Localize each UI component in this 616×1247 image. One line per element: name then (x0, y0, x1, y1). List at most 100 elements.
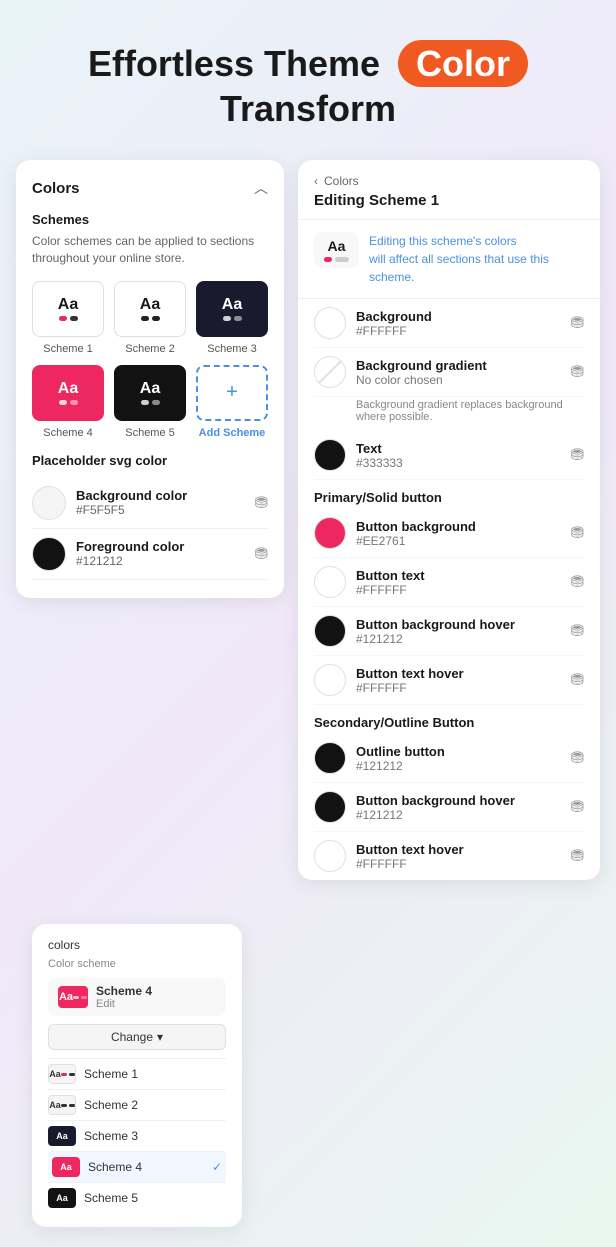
db-icon-outline-text-hover[interactable]: ⛃ (571, 846, 584, 866)
right-gradient-swatch (314, 356, 346, 388)
scheme-card-4[interactable]: Aa (32, 365, 104, 421)
mini-panel-title: colors (48, 938, 226, 952)
bg-color-name: Background color (76, 488, 245, 503)
scheme-card-3[interactable]: Aa (196, 281, 268, 337)
fg-color-swatch (32, 537, 66, 571)
db-icon-bg[interactable]: ⛃ (255, 493, 268, 513)
right-gradient-row[interactable]: Background gradient No color chosen ⛃ (314, 348, 584, 397)
right-outline-text-hover-name: Button text hover (356, 842, 561, 857)
right-btn-text-row[interactable]: Button text #FFFFFF ⛃ (314, 558, 584, 607)
mini-scheme-row-2[interactable]: Aa Scheme 2 (48, 1089, 226, 1120)
right-gradient-info: Background gradient No color chosen (356, 358, 561, 387)
db-icon-right-bg[interactable]: ⛃ (571, 313, 584, 333)
right-btn-bg-row[interactable]: Button background #EE2761 ⛃ (314, 509, 584, 558)
right-bg-row[interactable]: Background #FFFFFF ⛃ (314, 299, 584, 348)
fg-color-row[interactable]: Foreground color #121212 ⛃ (32, 529, 268, 580)
right-gradient-value: No color chosen (356, 373, 561, 387)
dot-dark-1 (70, 316, 78, 321)
db-icon-right-text[interactable]: ⛃ (571, 445, 584, 465)
right-outline-text-hover-info: Button text hover #FFFFFF (356, 842, 561, 871)
right-bg-name: Background (356, 309, 561, 324)
db-icon-btn-bg[interactable]: ⛃ (571, 523, 584, 543)
breadcrumb: ‹ Colors (314, 174, 584, 188)
mini-scheme-row-1[interactable]: Aa Scheme 1 (48, 1058, 226, 1089)
right-btn-text-hover-row[interactable]: Button text hover #FFFFFF ⛃ (314, 656, 584, 705)
scheme-card-5[interactable]: Aa (114, 365, 186, 421)
db-icon-fg[interactable]: ⛃ (255, 544, 268, 564)
scheme-item-2[interactable]: Aa Scheme 2 (114, 281, 186, 355)
right-outline-text-hover-row[interactable]: Button text hover #FFFFFF ⛃ (314, 832, 584, 880)
db-icon-right-gradient[interactable]: ⛃ (571, 362, 584, 382)
header-title-part1: Effortless Theme (88, 43, 380, 84)
scheme-aa-1: Aa (58, 296, 78, 314)
scheme-item-4[interactable]: Aa Scheme 4 (32, 365, 104, 439)
right-btn-bg-hover-row[interactable]: Button background hover #121212 ⛃ (314, 607, 584, 656)
right-btn-bg-hover-swatch (314, 615, 346, 647)
mini-scheme-card-4: Aa (52, 1157, 80, 1177)
scheme-preview-aa: Aa (314, 232, 359, 268)
right-btn-bg-info: Button background #EE2761 (356, 519, 561, 548)
scheme-aa-5: Aa (140, 380, 160, 398)
scheme-name-4: Scheme 4 (43, 427, 93, 439)
mini-scheme-row-3[interactable]: Aa Scheme 3 (48, 1120, 226, 1151)
no-color-indicator (314, 357, 345, 388)
back-button[interactable]: ‹ (314, 174, 318, 188)
fg-color-name: Foreground color (76, 539, 245, 554)
breadcrumb-text: Colors (324, 174, 359, 188)
mini-scheme-row-4[interactable]: Aa Scheme 4 ✓ (48, 1151, 226, 1182)
db-icon-btn-text-hover[interactable]: ⛃ (571, 670, 584, 690)
scheme-item-add[interactable]: + Add Scheme (196, 365, 268, 439)
mini-selected-row: Aa Scheme 4 Edit (48, 978, 226, 1016)
mini-change-button[interactable]: Change ▾ (48, 1024, 226, 1050)
db-icon-outline-bg-hover[interactable]: ⛃ (571, 797, 584, 817)
dot-white-5a (141, 400, 149, 405)
right-bg-swatch (314, 307, 346, 339)
right-btn-bg-swatch (314, 517, 346, 549)
scheme-card-1[interactable]: Aa (32, 281, 104, 337)
right-btn-bg-hover-name: Button background hover (356, 617, 561, 632)
right-outline-swatch (314, 742, 346, 774)
scheme-item-5[interactable]: Aa Scheme 5 (114, 365, 186, 439)
scheme-item-1[interactable]: Aa Scheme 1 (32, 281, 104, 355)
scheme-card-add[interactable]: + (196, 365, 268, 421)
right-btn-text-value: #FFFFFF (356, 583, 561, 597)
dot-white-5b (152, 400, 160, 405)
right-text-value: #333333 (356, 456, 561, 470)
mini-panel-label: Color scheme (48, 958, 226, 970)
db-icon-btn-text[interactable]: ⛃ (571, 572, 584, 592)
right-text-row[interactable]: Text #333333 ⛃ (314, 431, 584, 480)
bg-color-row[interactable]: Background color #F5F5F5 ⛃ (32, 478, 268, 529)
schemes-label: Schemes (32, 212, 268, 227)
chevron-up-icon[interactable]: ︿ (254, 178, 268, 198)
dot-white-3 (223, 316, 231, 321)
info-banner: Aa Editing this scheme's colors will aff… (298, 220, 600, 299)
mini-scheme-name-1: Scheme 1 (84, 1067, 226, 1081)
mini-edit-label: Edit (96, 998, 152, 1010)
mini-change-label: Change (111, 1030, 153, 1044)
info-text-body: will affect all sections that use this s… (369, 252, 549, 284)
mini-scheme-name-5: Scheme 5 (84, 1191, 226, 1205)
mini-scheme-name-3: Scheme 3 (84, 1129, 226, 1143)
info-dot-gray (335, 257, 349, 262)
primary-section-label: Primary/Solid button (314, 480, 584, 509)
scheme-item-3[interactable]: Aa Scheme 3 (196, 281, 268, 355)
right-outline-row[interactable]: Outline button #121212 ⛃ (314, 734, 584, 783)
mini-selected-info: Scheme 4 Edit (96, 984, 152, 1010)
right-outline-name: Outline button (356, 744, 561, 759)
scheme-name-add[interactable]: Add Scheme (199, 427, 266, 439)
scheme-card-2[interactable]: Aa (114, 281, 186, 337)
db-icon-btn-bg-hover[interactable]: ⛃ (571, 621, 584, 641)
right-outline-bg-hover-row[interactable]: Button background hover #121212 ⛃ (314, 783, 584, 832)
left-panel: Colors ︿ Schemes Color schemes can be ap… (16, 160, 284, 598)
secondary-section-label: Secondary/Outline Button (314, 705, 584, 734)
mini-scheme-card-1: Aa (48, 1064, 76, 1084)
dot-white-sm-3 (234, 316, 242, 321)
right-btn-bg-value: #EE2761 (356, 534, 561, 548)
right-outline-bg-hover-name: Button background hover (356, 793, 561, 808)
bg-color-info: Background color #F5F5F5 (76, 488, 245, 517)
fg-color-info: Foreground color #121212 (76, 539, 245, 568)
mini-scheme-card-5: Aa (48, 1188, 76, 1208)
mini-scheme-row-5[interactable]: Aa Scheme 5 (48, 1182, 226, 1213)
db-icon-outline[interactable]: ⛃ (571, 748, 584, 768)
add-icon: + (226, 381, 238, 404)
